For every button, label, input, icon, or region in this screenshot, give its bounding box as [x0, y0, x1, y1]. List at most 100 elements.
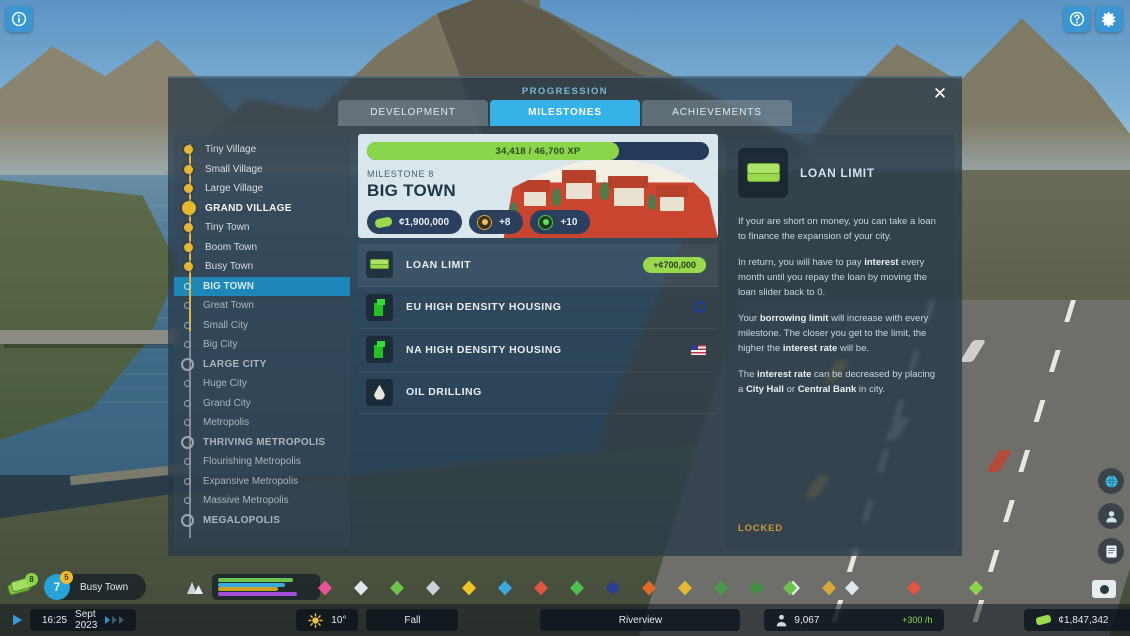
police-icon[interactable] [675, 578, 695, 598]
milestone-row-label: Big City [203, 339, 238, 351]
milestone-row-tiny-village[interactable]: Tiny Village [174, 140, 350, 160]
dialog-body: Tiny Village Small Village Large Village GR… [168, 128, 962, 556]
bridge [0, 330, 180, 344]
weather-chip[interactable]: 10° [296, 609, 359, 631]
speed-3-icon[interactable] [119, 616, 125, 624]
demand-icon [187, 582, 204, 594]
reward-row[interactable]: LOAN LIMIT +¢700,000 [358, 244, 718, 287]
statistics-icon[interactable] [904, 578, 924, 598]
milestone-row-megalopolis[interactable]: MEGALOPOLIS [174, 511, 350, 531]
water-icon[interactable] [495, 578, 515, 598]
info-icon [11, 11, 27, 27]
transport-icon[interactable] [711, 578, 731, 598]
tab-milestones[interactable]: MILESTONES [490, 100, 640, 126]
reward-info-paragraph: In return, you will have to pay interest… [738, 257, 928, 298]
speed-controls[interactable] [105, 616, 125, 624]
money-stack-icon [370, 258, 389, 271]
reward-row[interactable]: EU HIGH DENSITY HOUSING [358, 287, 718, 329]
milestone-row-boom-town[interactable]: Boom Town [174, 238, 350, 258]
milestone-row-metropolis[interactable]: Metropolis [174, 413, 350, 433]
region-chip[interactable]: Riverview [540, 609, 741, 631]
money-stack-icon [746, 162, 780, 184]
fire-icon[interactable] [639, 578, 659, 598]
money-badge[interactable]: 8 [6, 573, 38, 597]
zone-painter-icon[interactable] [315, 578, 335, 598]
milestone-row-large-city[interactable]: LARGE CITY [174, 355, 350, 375]
milestone-node-icon [181, 513, 194, 527]
demand-industrial-bar [218, 587, 278, 592]
milestone-node-icon [184, 262, 193, 272]
milestone-row-big-town[interactable]: BIG TOWN [174, 276, 350, 296]
milestone-row-flourishing-metropolis[interactable]: Flourishing Metropolis [174, 452, 350, 472]
vehicle [986, 450, 1013, 472]
milestone-list: Tiny Village Small Village Large Village GR… [174, 134, 350, 548]
milestone-row-great-town[interactable]: Great Town [174, 296, 350, 316]
reward-label: NA HIGH DENSITY HOUSING [406, 343, 562, 356]
milestone-row-small-village[interactable]: Small Village [174, 160, 350, 180]
milestone-row-tiny-town[interactable]: Tiny Town [174, 218, 350, 238]
info-button[interactable] [6, 6, 32, 32]
xp-progress-bar: 34,418 / 46,700 XP [367, 142, 709, 160]
population-chip[interactable]: 9,067 +300 /h [764, 609, 945, 631]
milestone-row-huge-city[interactable]: Huge City [174, 374, 350, 394]
cash-icon [374, 215, 393, 229]
status-badge: LOCKED [738, 523, 783, 534]
speed-2-icon[interactable] [112, 616, 118, 624]
milestone-row-grand-city[interactable]: Grand City [174, 394, 350, 414]
play-pause-button[interactable] [10, 609, 24, 631]
landscape-icon[interactable] [387, 578, 407, 598]
milestone-row-grand-village[interactable]: GRAND VILLAGE [174, 199, 350, 219]
milestone-node-icon [184, 282, 191, 290]
milestone-node-icon [184, 321, 191, 329]
treasury-chip[interactable]: ¢1,847,342 -1,044 /h [1024, 609, 1130, 631]
garbage-icon[interactable] [567, 578, 587, 598]
reward-info-thumbnail [738, 148, 788, 198]
milestone-level-value: 7 [53, 580, 61, 594]
money-badge-count: 8 [25, 573, 38, 586]
sun-icon [308, 612, 324, 628]
milestone-row-thriving-metropolis[interactable]: THRIVING METROPOLIS [174, 433, 350, 453]
reward-row[interactable]: OIL DRILLING [358, 372, 718, 414]
reward-info-header: LOAN LIMIT [738, 148, 942, 198]
demand-bars[interactable] [212, 574, 321, 600]
tab-development[interactable]: DEVELOPMENT [338, 100, 488, 126]
water-pipes-icon[interactable] [423, 578, 443, 598]
parks-icon[interactable] [747, 578, 767, 598]
notes-button[interactable] [1098, 538, 1124, 564]
reward-info-description: If your are short on money, you can take… [738, 214, 942, 408]
milestone-row-label: LARGE CITY [203, 358, 267, 370]
milestone-row-expansive-metropolis[interactable]: Expansive Metropolis [174, 472, 350, 492]
milestone-row-label: MEGALOPOLIS [203, 514, 281, 526]
milestone-reward-pills: ¢1,900,000 +8 +10 [367, 210, 709, 234]
date-time-chip[interactable]: 16:25 Sept 2023 [30, 609, 137, 631]
settings-button[interactable] [1096, 6, 1122, 32]
reward-row[interactable]: NA HIGH DENSITY HOUSING [358, 329, 718, 372]
milestone-row-massive-metropolis[interactable]: Massive Metropolis [174, 491, 350, 511]
milestone-row-small-city[interactable]: Small City [174, 316, 350, 336]
map-icon[interactable] [842, 578, 862, 598]
help-button[interactable] [1064, 6, 1090, 32]
electricity-icon[interactable] [459, 578, 479, 598]
progression-dialog: PROGRESSION ✕ DEVELOPMENT MILESTONES ACH… [168, 76, 962, 556]
building-icon [372, 341, 387, 359]
bottom-hud: 8 7 5 Busy Town 16:25 Sept 2023 10° Fall… [0, 568, 1130, 636]
population-icon [777, 614, 787, 626]
speed-1-icon[interactable] [105, 616, 111, 624]
milestone-row-big-city[interactable]: Big City [174, 335, 350, 355]
tab-achievements[interactable]: ACHIEVEMENTS [642, 100, 792, 126]
milestone-row-busy-town[interactable]: Busy Town [174, 257, 350, 277]
terrain-icon[interactable] [966, 578, 986, 598]
healthcare-icon[interactable] [531, 578, 551, 598]
camera-button[interactable] [1092, 580, 1116, 598]
education-icon[interactable] [603, 578, 623, 598]
milestone-node-icon [181, 201, 196, 216]
milestone-row-large-village[interactable]: Large Village [174, 179, 350, 199]
city-progress-chip[interactable]: 7 5 Busy Town [44, 571, 147, 600]
citizen-button[interactable] [1098, 503, 1124, 529]
milestone-row-label: Grand City [203, 397, 251, 409]
road-icon[interactable] [351, 578, 371, 598]
globe-button[interactable] [1098, 468, 1124, 494]
globe-icon [1105, 474, 1117, 488]
recycle-icon[interactable] [780, 578, 800, 598]
dialog-title: PROGRESSION [521, 86, 609, 97]
